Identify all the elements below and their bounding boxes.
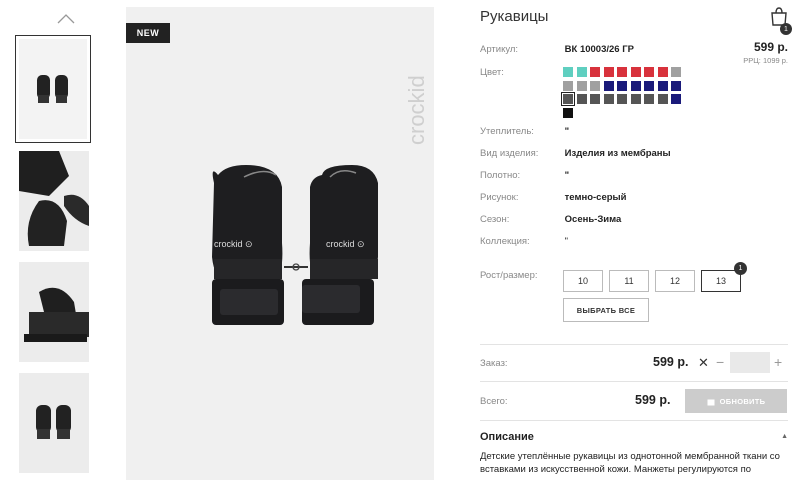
season-value: Осень-Зима xyxy=(564,214,622,225)
season-label: Сезон: xyxy=(480,214,510,225)
type-value: Изделия из мембраны xyxy=(564,148,671,159)
color-swatch[interactable] xyxy=(617,94,627,104)
color-swatch[interactable] xyxy=(671,67,681,77)
quantity-input[interactable] xyxy=(730,352,770,373)
color-swatch[interactable] xyxy=(671,80,681,91)
color-row: Цвет: xyxy=(480,67,562,78)
filling-value: " xyxy=(564,126,570,137)
color-swatch[interactable] xyxy=(644,80,654,91)
article-label: Артикул: xyxy=(480,44,519,55)
quantity-decrease-button[interactable]: − xyxy=(716,354,724,370)
collection-row: Коллекция: " xyxy=(480,236,568,247)
total-price: 599 р. xyxy=(635,393,671,407)
color-swatch[interactable] xyxy=(617,67,627,77)
color-swatch[interactable] xyxy=(630,94,641,104)
color-swatch[interactable] xyxy=(630,67,641,77)
type-row: Вид изделия: Изделия из мембраны xyxy=(480,148,671,159)
size-label: Рост/размер: xyxy=(480,270,538,281)
fabric-row: Полотно: " xyxy=(480,170,569,181)
color-swatch[interactable] xyxy=(657,94,668,104)
color-swatch[interactable] xyxy=(576,80,587,91)
thumbnail-item-2[interactable] xyxy=(19,151,89,251)
type-label: Вид изделия: xyxy=(480,148,539,159)
color-swatch[interactable] xyxy=(644,94,654,104)
order-price: 599 р. xyxy=(653,355,689,369)
filling-row: Утеплитель: " xyxy=(480,126,569,137)
size-row: Рост/размер: xyxy=(480,270,562,281)
pattern-label: Рисунок: xyxy=(480,192,519,203)
thumbnail-mittens-image xyxy=(37,75,68,103)
description-title[interactable]: Описание xyxy=(480,431,534,443)
color-label: Цвет: xyxy=(480,67,504,78)
collection-label: Коллекция: xyxy=(480,236,530,247)
size-count-badge: 1 xyxy=(734,262,747,275)
color-swatch[interactable] xyxy=(563,80,573,91)
svg-text:crockid ⊙: crockid ⊙ xyxy=(326,239,365,249)
size-option-12[interactable]: 12 xyxy=(655,270,695,292)
description-text: Детские утеплённые рукавицы из однотонно… xyxy=(480,451,780,475)
svg-text:crockid ⊙: crockid ⊙ xyxy=(214,239,253,249)
color-swatch[interactable] xyxy=(671,94,681,104)
select-all-button[interactable]: ВЫБРАТЬ ВСЕ xyxy=(563,298,649,322)
remove-item-button[interactable]: ✕ xyxy=(698,355,709,371)
update-button[interactable]: ОБНОВИТЬ xyxy=(685,389,787,413)
pattern-row: Рисунок: темно-серый xyxy=(480,192,627,203)
collection-value: " xyxy=(564,236,569,247)
main-product-image[interactable]: NEW crockid crockid ⊙ crockid ⊙ xyxy=(126,7,434,480)
fabric-label: Полотно: xyxy=(480,170,521,181)
cart-count-badge: 1 xyxy=(780,23,792,35)
update-button-label: ОБНОВИТЬ xyxy=(719,396,766,406)
pattern-value: темно-серый xyxy=(564,192,627,203)
color-swatch[interactable] xyxy=(603,80,614,91)
collapse-caret-icon[interactable]: ▲ xyxy=(781,433,788,440)
thumbnail-closeup-image xyxy=(19,151,89,251)
product-page: NEW crockid crockid ⊙ crockid ⊙ Рукавицы xyxy=(0,0,800,480)
color-swatch[interactable] xyxy=(561,92,575,106)
color-swatch[interactable] xyxy=(563,67,573,77)
size-option-10[interactable]: 10 xyxy=(563,270,603,292)
recommended-price: РРЦ: 1099 р. xyxy=(743,56,788,65)
color-swatch[interactable] xyxy=(576,67,587,77)
season-row: Сезон: Осень-Зима xyxy=(480,214,621,225)
divider xyxy=(480,381,788,382)
color-swatch[interactable] xyxy=(576,94,587,104)
total-row: Всего: xyxy=(480,396,562,407)
color-swatch[interactable] xyxy=(590,80,600,91)
total-label: Всего: xyxy=(480,396,508,407)
article-value: ВК 10003/26 ГР xyxy=(564,44,634,55)
divider xyxy=(480,420,788,421)
color-swatch[interactable] xyxy=(603,67,614,77)
divider xyxy=(480,344,788,345)
color-swatch[interactable] xyxy=(657,80,668,91)
chevron-up-icon[interactable] xyxy=(57,12,75,24)
product-details: Рукавицы 1 Артикул: ВК 10003/26 ГР 599 р… xyxy=(480,0,792,480)
color-swatch[interactable] xyxy=(590,67,600,77)
fabric-value: " xyxy=(564,170,570,181)
article-row: Артикул: ВК 10003/26 ГР xyxy=(480,44,634,55)
color-swatch[interactable] xyxy=(644,67,654,77)
product-title: Рукавицы xyxy=(480,8,549,25)
color-swatch[interactable] xyxy=(603,94,614,104)
size-option-11[interactable]: 11 xyxy=(609,270,649,292)
cart-button[interactable]: 1 xyxy=(770,6,792,35)
color-swatch[interactable] xyxy=(590,94,600,104)
size-option-13[interactable]: 13 xyxy=(701,270,741,292)
thumbnail-item-1[interactable] xyxy=(15,35,91,143)
order-label: Заказ: xyxy=(480,358,508,369)
color-swatch[interactable] xyxy=(657,67,668,77)
color-swatch[interactable] xyxy=(630,80,641,91)
thumbnail-item-4[interactable] xyxy=(19,373,89,473)
mittens-photo: crockid ⊙ crockid ⊙ xyxy=(212,165,378,325)
filling-label: Утеплитель: xyxy=(480,126,534,137)
color-swatch[interactable] xyxy=(563,107,573,118)
thumbnail-side-image xyxy=(19,262,89,362)
product-price: 599 р. xyxy=(753,40,788,54)
quantity-increase-button[interactable]: + xyxy=(774,354,782,370)
order-row: Заказ: xyxy=(480,358,562,369)
color-swatch[interactable] xyxy=(617,80,627,91)
thumbnail-item-3[interactable] xyxy=(19,262,89,362)
thumbnail-back-image xyxy=(19,373,89,473)
bag-icon xyxy=(707,399,715,405)
